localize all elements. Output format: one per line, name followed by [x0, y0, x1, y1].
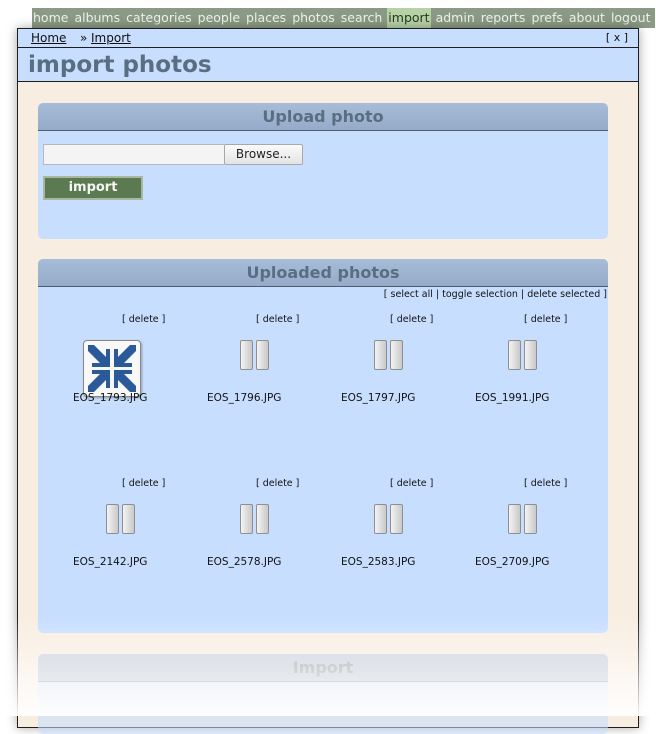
delete-photo-link[interactable]: [ delete ] [524, 314, 567, 325]
photo-thumbnail: [ delete ] EOS_1797.JPG [312, 314, 446, 414]
uploaded-photos-heading: Uploaded photos [38, 259, 608, 287]
photo-thumbnail: [ delete ] EOS_2142.JPG [44, 478, 178, 578]
photo-filename: EOS_2142.JPG [73, 556, 148, 568]
delete-photo-link[interactable]: [ delete ] [524, 478, 567, 489]
nav-search[interactable]: search [340, 8, 384, 28]
toggle-selection-link[interactable]: toggle selection [442, 289, 518, 300]
uploaded-photos-panel: Uploaded photos [ select all | toggle se… [38, 259, 608, 633]
shrink-arrows-icon[interactable] [83, 340, 141, 397]
file-path-input[interactable] [43, 144, 224, 165]
photo-filename: EOS_1793.JPG [73, 392, 148, 404]
upload-photo-panel: Upload photo Browse... import [38, 103, 608, 239]
delete-photo-link[interactable]: [ delete ] [122, 478, 165, 489]
top-navigation: home albums categories people places photos se… [32, 8, 656, 28]
page-title: import photos [28, 52, 212, 78]
photo-thumbnail: [ delete ] EOS_2583.JPG [312, 478, 446, 578]
bracket-open: [ [383, 289, 391, 300]
nav-logout[interactable]: logout [610, 8, 652, 28]
import-panel: Import [38, 654, 608, 734]
close-window-button[interactable]: [ x ] [606, 29, 628, 47]
pause-icon[interactable] [238, 504, 270, 536]
nav-import[interactable]: import [387, 8, 431, 28]
nav-places[interactable]: places [245, 8, 287, 28]
bracket-close: ] [600, 289, 607, 300]
nav-reports[interactable]: reports [480, 8, 527, 28]
photo-filename: EOS_2578.JPG [207, 556, 282, 568]
photo-thumbnail: [ delete ] EOS_1796.JPG [178, 314, 312, 414]
pipe-separator: | [517, 289, 528, 300]
nav-home[interactable]: home [32, 8, 69, 28]
delete-selected-link[interactable]: delete selected [527, 289, 600, 300]
delete-photo-link[interactable]: [ delete ] [256, 478, 299, 489]
pause-icon[interactable] [506, 340, 538, 372]
breadcrumb-home-link[interactable]: Home [31, 29, 66, 47]
breadcrumb-import-link[interactable]: Import [91, 29, 131, 47]
selection-actions: [ select all | toggle selection | delete… [384, 289, 607, 300]
photo-thumbnail: [ delete ] EOS_2709.JPG [446, 478, 580, 578]
nav-albums[interactable]: albums [73, 8, 121, 28]
pipe-separator: | [432, 289, 443, 300]
photo-filename: EOS_2583.JPG [341, 556, 416, 568]
nav-about[interactable]: about [568, 8, 606, 28]
nav-admin[interactable]: admin [435, 8, 476, 28]
nav-photos[interactable]: photos [291, 8, 336, 28]
nav-people[interactable]: people [197, 8, 241, 28]
breadcrumb-separator: » [80, 31, 88, 45]
select-all-link[interactable]: select all [391, 289, 433, 300]
photo-filename: EOS_2709.JPG [475, 556, 550, 568]
photo-thumbnail: [ delete ] EOS_1991.JPG [446, 314, 580, 414]
photo-filename: EOS_1797.JPG [341, 392, 416, 404]
nav-categories[interactable]: categories [125, 8, 193, 28]
pause-icon[interactable] [506, 504, 538, 536]
pause-icon[interactable] [104, 504, 136, 536]
upload-photo-heading: Upload photo [38, 103, 608, 131]
browse-button[interactable]: Browse... [224, 144, 303, 165]
photo-filename: EOS_1991.JPG [475, 392, 550, 404]
import-button[interactable]: import [43, 176, 143, 200]
import-heading: Import [38, 654, 608, 682]
nav-prefs[interactable]: prefs [530, 8, 563, 28]
delete-photo-link[interactable]: [ delete ] [256, 314, 299, 325]
page-title-bar: import photos [18, 48, 638, 82]
file-upload-row: Browse... [43, 144, 303, 165]
photo-thumbnail: [ delete ] EOS_2578.JPG [178, 478, 312, 578]
import-window: Home » Import [ x ] import photos Upload… [17, 28, 639, 734]
photo-thumbnail: [ delete ] EOS_1793.JPG [44, 314, 178, 414]
pause-icon[interactable] [238, 340, 270, 372]
pause-icon[interactable] [372, 504, 404, 536]
photo-filename: EOS_1796.JPG [207, 392, 282, 404]
delete-photo-link[interactable]: [ delete ] [122, 314, 165, 325]
pause-icon[interactable] [372, 340, 404, 372]
delete-photo-link[interactable]: [ delete ] [390, 478, 433, 489]
breadcrumb: Home » Import [ x ] [18, 29, 638, 48]
delete-photo-link[interactable]: [ delete ] [390, 314, 433, 325]
